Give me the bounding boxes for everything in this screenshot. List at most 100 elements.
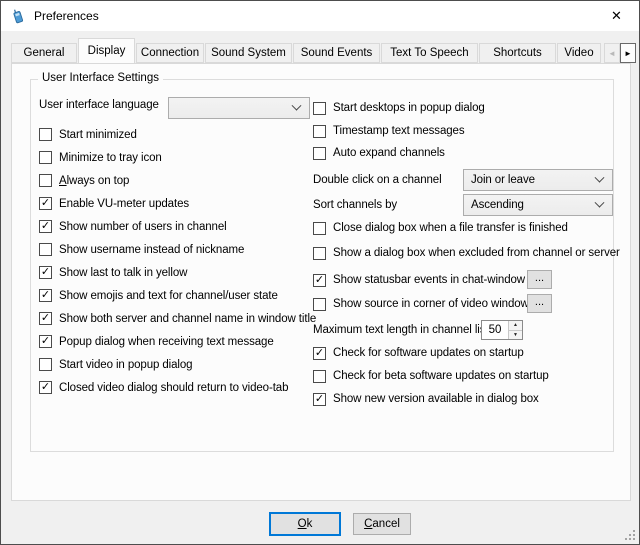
checkbox-label: Popup dialog when receiving text message bbox=[59, 336, 274, 348]
arrow-right-icon: ► bbox=[624, 49, 632, 58]
checkbox-label: Start video in popup dialog bbox=[59, 359, 192, 371]
display-tab-panel: User Interface Settings User interface l… bbox=[11, 63, 631, 501]
checkbox-always-on-top[interactable]: Always on top bbox=[39, 169, 129, 192]
sort-channels-label: Sort channels by bbox=[313, 194, 397, 216]
checkbox-box bbox=[313, 370, 326, 383]
checkbox-box bbox=[313, 222, 326, 235]
checkbox-box: ✓ bbox=[39, 220, 52, 233]
language-label: User interface language bbox=[39, 94, 159, 116]
chevron-down-icon bbox=[292, 100, 302, 110]
checkbox-box: ✓ bbox=[313, 393, 326, 406]
video-source-more-button[interactable]: ... bbox=[527, 294, 552, 313]
double-click-select[interactable]: Join or leave bbox=[463, 169, 613, 191]
double-click-label: Double click on a channel bbox=[313, 169, 442, 191]
checkbox-statusbar-events[interactable]: ✓ Show statusbar events in chat-window bbox=[313, 269, 525, 291]
checkbox-box: ✓ bbox=[313, 347, 326, 360]
checkbox-show-user-count[interactable]: ✓ Show number of users in channel bbox=[39, 215, 227, 238]
spin-down-icon: ▼ bbox=[513, 332, 518, 338]
checkbox-video-popup[interactable]: Start video in popup dialog bbox=[39, 353, 192, 376]
checkbox-label: Show last to talk in yellow bbox=[59, 267, 187, 279]
chevron-down-icon bbox=[595, 172, 605, 182]
checkbox-label: Show both server and channel name in win… bbox=[59, 313, 316, 325]
checkbox-box bbox=[39, 243, 52, 256]
resize-grip[interactable] bbox=[624, 529, 636, 541]
checkbox-box bbox=[39, 151, 52, 164]
checkbox-box: ✓ bbox=[39, 197, 52, 210]
ok-button-label: Ok bbox=[298, 518, 313, 530]
cancel-button[interactable]: Cancel bbox=[353, 513, 411, 535]
close-icon: ✕ bbox=[611, 8, 622, 24]
sort-channels-value: Ascending bbox=[471, 199, 596, 211]
max-length-spinner[interactable]: 50 ▲ ▼ bbox=[481, 320, 523, 340]
ok-button[interactable]: Ok bbox=[269, 512, 341, 536]
tab-sound-events[interactable]: Sound Events bbox=[293, 43, 380, 63]
group-user-interface-settings: User Interface Settings User interface l… bbox=[30, 79, 614, 452]
checkbox-popup-text-message[interactable]: ✓ Popup dialog when receiving text messa… bbox=[39, 330, 274, 353]
checkbox-check-beta-updates[interactable]: Check for beta software updates on start… bbox=[313, 365, 549, 387]
checkbox-box: ✓ bbox=[39, 266, 52, 279]
checkbox-vu-meter-updates[interactable]: ✓ Enable VU-meter updates bbox=[39, 192, 189, 215]
tab-display[interactable]: Display bbox=[78, 38, 135, 63]
checkbox-minimize-to-tray[interactable]: Minimize to tray icon bbox=[39, 146, 162, 169]
spin-down-button[interactable]: ▼ bbox=[509, 331, 522, 340]
statusbar-events-more-button[interactable]: ... bbox=[527, 270, 552, 289]
spinner-buttons: ▲ ▼ bbox=[508, 321, 522, 339]
checkbox-label: Auto expand channels bbox=[333, 147, 445, 159]
checkbox-label: Minimize to tray icon bbox=[59, 152, 162, 164]
tab-sound-system[interactable]: Sound System bbox=[205, 43, 292, 63]
checkbox-new-version-dialog[interactable]: ✓ Show new version available in dialog b… bbox=[313, 388, 539, 410]
chevron-down-icon bbox=[595, 197, 605, 207]
checkbox-box: ✓ bbox=[313, 274, 326, 287]
checkbox-box: ✓ bbox=[39, 289, 52, 302]
tab-connection[interactable]: Connection bbox=[136, 43, 204, 63]
tab-scroll-right-button[interactable]: ► bbox=[620, 43, 636, 63]
checkbox-label: Start desktops in popup dialog bbox=[333, 102, 485, 114]
window-title: Preferences bbox=[34, 9, 99, 23]
checkbox-label: Close dialog box when a file transfer is… bbox=[333, 222, 568, 234]
checkbox-show-emojis[interactable]: ✓ Show emojis and text for channel/user … bbox=[39, 284, 278, 307]
tab-general[interactable]: General bbox=[11, 43, 77, 63]
tab-video[interactable]: Video bbox=[557, 43, 601, 63]
checkbox-auto-expand-channels[interactable]: Auto expand channels bbox=[313, 142, 445, 164]
double-click-value: Join or leave bbox=[471, 174, 596, 186]
arrow-left-icon: ◄ bbox=[608, 49, 616, 58]
checkbox-excluded-dialog[interactable]: Show a dialog box when excluded from cha… bbox=[313, 242, 620, 264]
checkbox-box: ✓ bbox=[39, 381, 52, 394]
tab-scroll-buttons: ◄ ► bbox=[604, 43, 636, 63]
checkbox-label: Closed video dialog should return to vid… bbox=[59, 382, 288, 394]
spin-up-button[interactable]: ▲ bbox=[509, 321, 522, 331]
checkbox-desktops-popup[interactable]: Start desktops in popup dialog bbox=[313, 97, 485, 119]
tab-shortcuts[interactable]: Shortcuts bbox=[479, 43, 556, 63]
tab-bar: General Display Connection Sound System … bbox=[11, 39, 602, 63]
sort-channels-select[interactable]: Ascending bbox=[463, 194, 613, 216]
checkbox-video-source-corner[interactable]: Show source in corner of video window bbox=[313, 293, 529, 315]
checkbox-label: Always on top bbox=[59, 175, 129, 187]
tab-scroll-left-button[interactable]: ◄ bbox=[604, 43, 620, 63]
max-length-value[interactable]: 50 bbox=[482, 321, 508, 339]
checkbox-label: Show username instead of nickname bbox=[59, 244, 244, 256]
checkbox-check-updates[interactable]: ✓ Check for software updates on startup bbox=[313, 342, 524, 364]
close-button[interactable]: ✕ bbox=[594, 2, 639, 31]
app-icon bbox=[10, 8, 26, 24]
checkbox-server-channel-title[interactable]: ✓ Show both server and channel name in w… bbox=[39, 307, 316, 330]
tab-text-to-speech[interactable]: Text To Speech bbox=[381, 43, 478, 63]
checkbox-label: Show source in corner of video window bbox=[333, 298, 529, 310]
checkbox-box: ✓ bbox=[39, 335, 52, 348]
checkbox-show-username[interactable]: Show username instead of nickname bbox=[39, 238, 244, 261]
checkbox-start-minimized[interactable]: Start minimized bbox=[39, 123, 137, 146]
checkbox-label: Show emojis and text for channel/user st… bbox=[59, 290, 278, 302]
checkbox-label: Enable VU-meter updates bbox=[59, 198, 189, 210]
checkbox-box: ✓ bbox=[39, 312, 52, 325]
checkbox-last-to-talk[interactable]: ✓ Show last to talk in yellow bbox=[39, 261, 187, 284]
checkbox-closed-video-return[interactable]: ✓ Closed video dialog should return to v… bbox=[39, 376, 288, 399]
checkbox-close-on-transfer-finish[interactable]: Close dialog box when a file transfer is… bbox=[313, 217, 568, 239]
spin-up-icon: ▲ bbox=[513, 322, 518, 328]
checkbox-label: Show statusbar events in chat-window bbox=[333, 274, 525, 286]
max-text-length-label: Maximum text length in channel list bbox=[313, 319, 488, 341]
language-select[interactable] bbox=[168, 97, 310, 119]
checkbox-label: Check for software updates on startup bbox=[333, 347, 524, 359]
checkbox-box bbox=[313, 147, 326, 160]
checkbox-box bbox=[39, 358, 52, 371]
checkbox-timestamp-messages[interactable]: Timestamp text messages bbox=[313, 120, 464, 142]
group-title: User Interface Settings bbox=[38, 72, 163, 84]
